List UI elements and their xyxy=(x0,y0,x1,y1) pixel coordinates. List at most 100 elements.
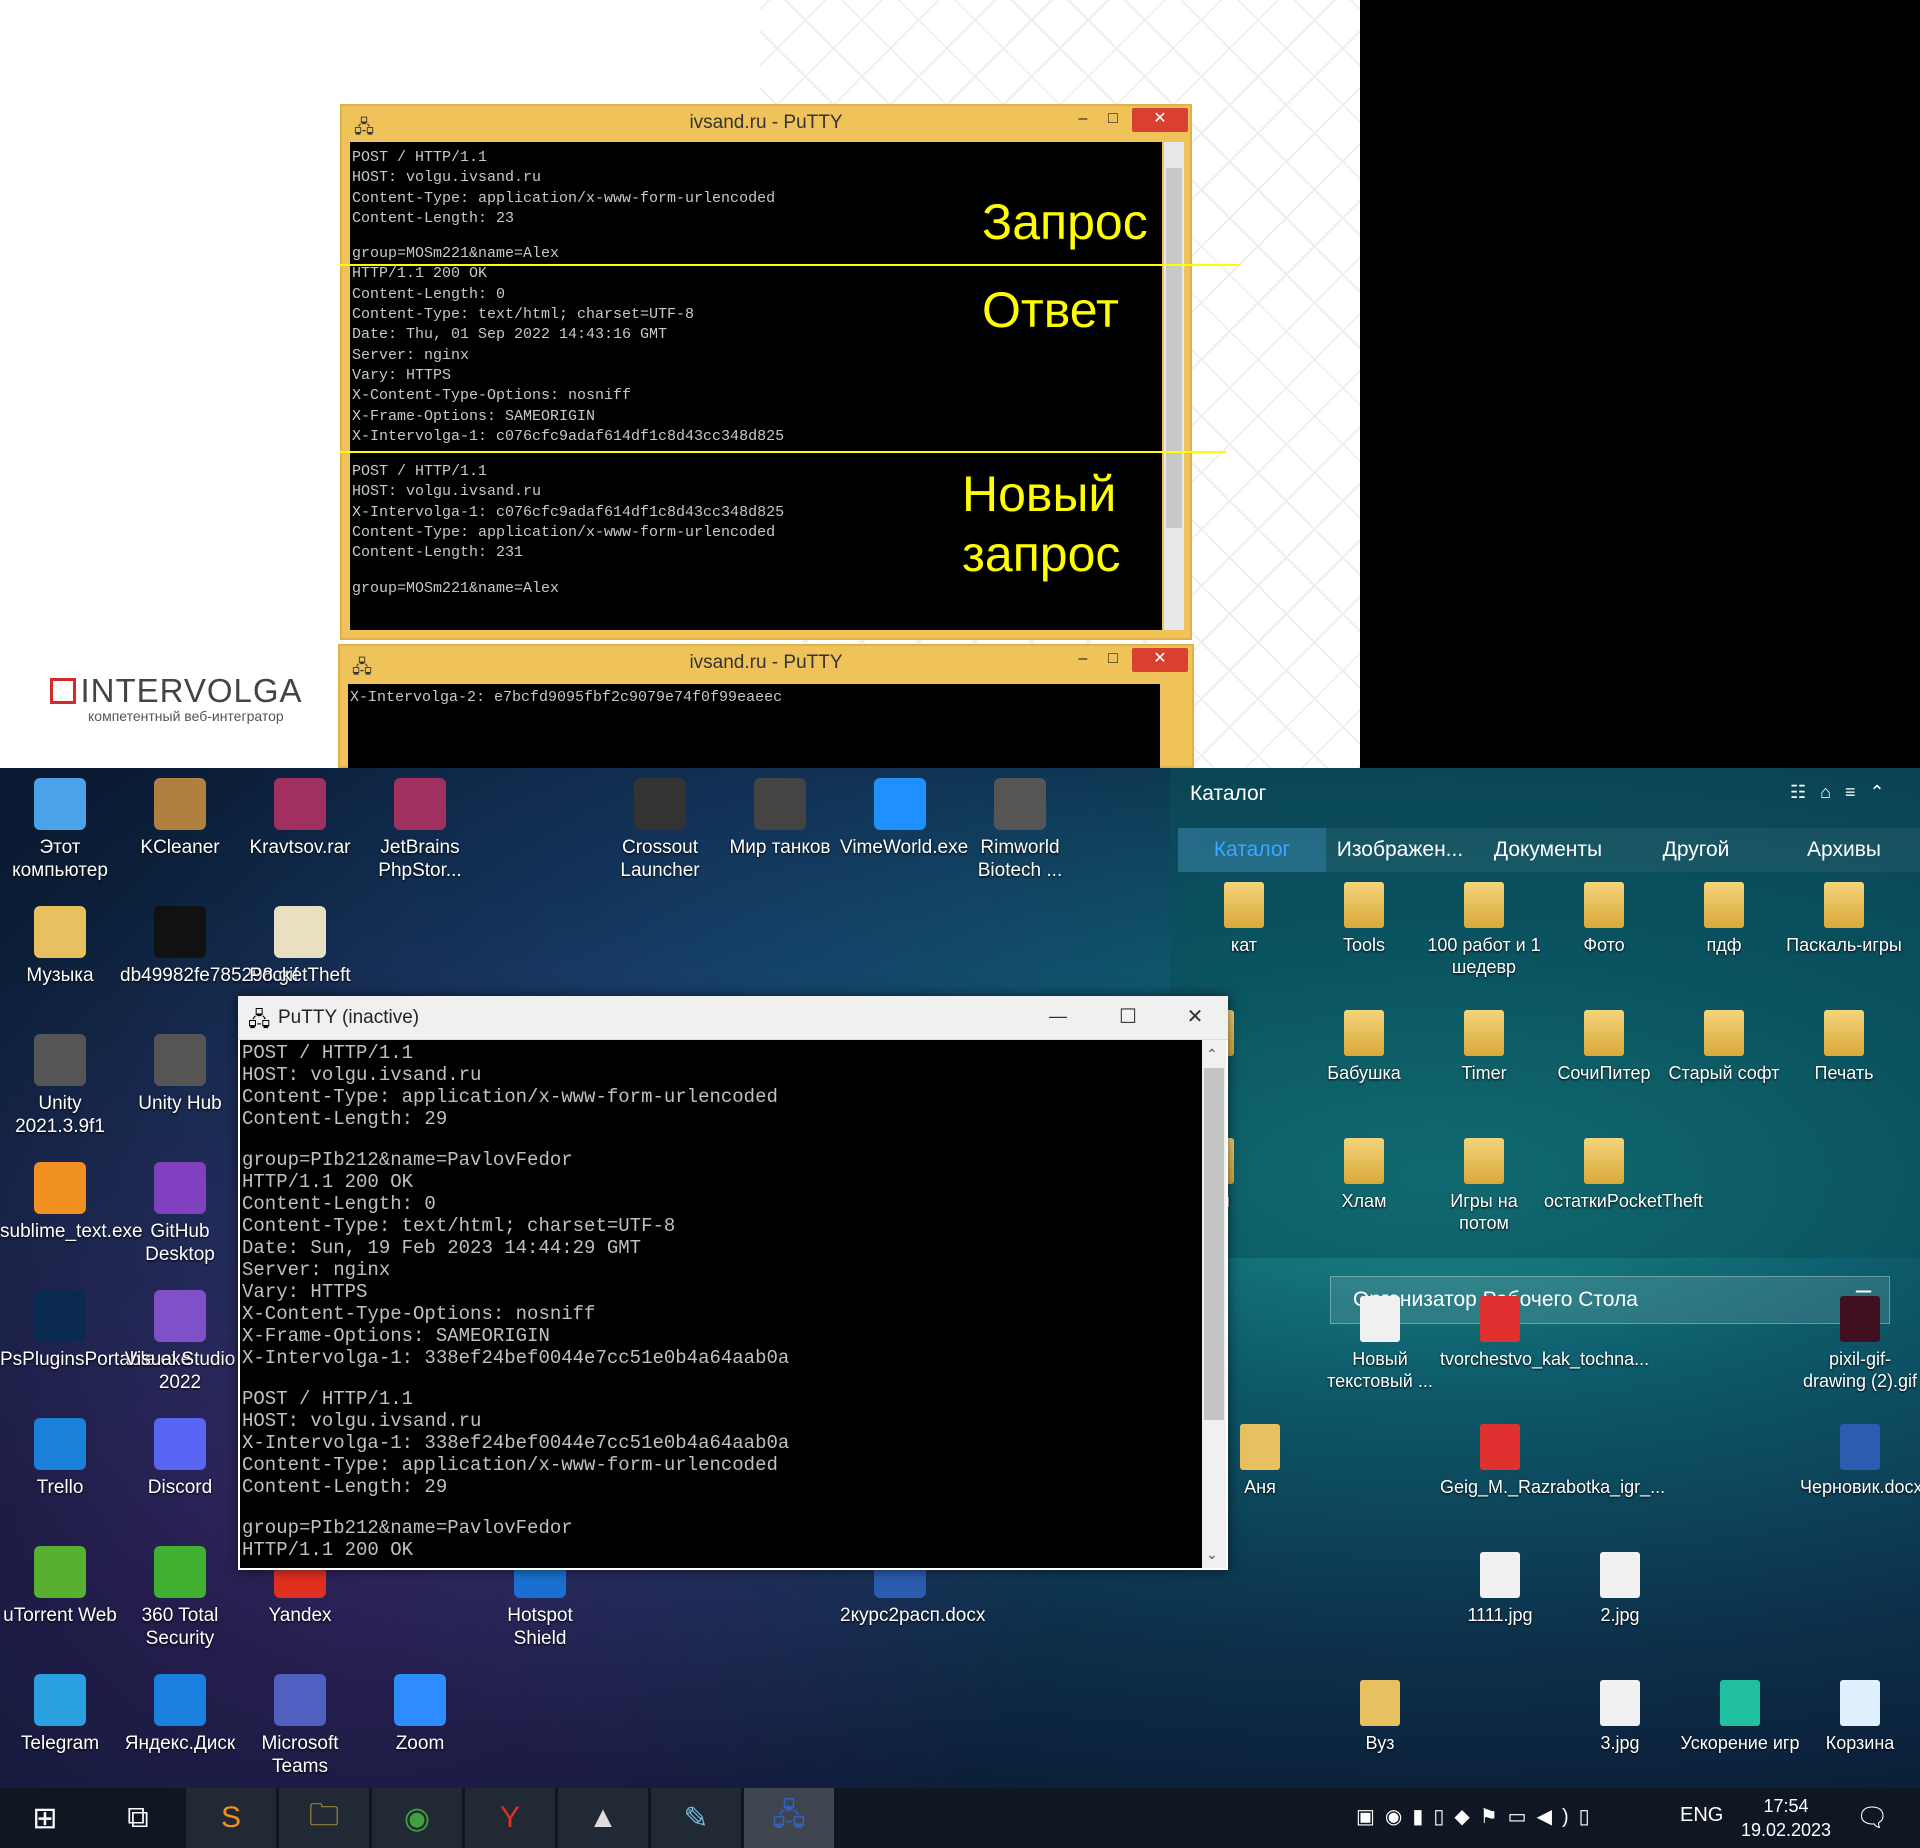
desktop-icon[interactable]: uTorrent Web xyxy=(0,1546,120,1627)
maximize-button[interactable]: ☐ xyxy=(1108,1004,1148,1029)
yandex-browser-icon[interactable]: Y xyxy=(465,1788,555,1848)
catalog-folder[interactable]: Бабушка xyxy=(1304,1010,1424,1084)
putty-icon[interactable]: 🖧 xyxy=(744,1788,834,1848)
organizer-item[interactable]: Черновик.docx xyxy=(1800,1424,1920,1498)
catalog-folder[interactable]: СочиПитер xyxy=(1544,1010,1664,1084)
desktop-icon[interactable]: Яндекс.Диск xyxy=(120,1674,240,1755)
putty-scrollbar[interactable]: ⌃ ⌄ xyxy=(1202,1040,1226,1568)
language-indicator[interactable]: ENG xyxy=(1680,1804,1723,1827)
catalog-tab[interactable]: Архивы xyxy=(1770,828,1918,872)
desktop-icon[interactable]: Telegram xyxy=(0,1674,120,1755)
scroll-down-arrow[interactable]: ⌄ xyxy=(1206,1546,1218,1563)
folder-icon xyxy=(1584,1010,1624,1056)
catalog-folder[interactable]: Хлам xyxy=(1304,1138,1424,1212)
catalog-folder[interactable]: кат xyxy=(1184,882,1304,956)
desktop-icon[interactable]: Discord xyxy=(120,1418,240,1499)
close-button[interactable]: ✕ xyxy=(1170,1004,1220,1029)
catalog-folder[interactable]: 100 работ и 1 шедевр xyxy=(1424,882,1544,978)
catalog-folder[interactable]: Паскаль-игры xyxy=(1784,882,1904,956)
organizer-item[interactable]: Корзина xyxy=(1800,1680,1920,1754)
chrome-icon[interactable]: ◉ xyxy=(372,1788,462,1848)
scroll-up-arrow[interactable]: ⌃ xyxy=(1206,1046,1218,1063)
explorer-icon[interactable]: 🗀 xyxy=(279,1788,369,1848)
desktop-icon-label: Crossout Launcher xyxy=(620,837,700,881)
desktop-icon[interactable]: Visual Studio 2022 xyxy=(120,1290,240,1394)
desktop-icon[interactable]: Zoom xyxy=(360,1674,480,1755)
organizer-item[interactable]: Новый текстовый ... xyxy=(1320,1296,1440,1392)
desktop-icon[interactable]: PocketTheft xyxy=(240,906,360,987)
organizer-item[interactable]: Вуз xyxy=(1320,1680,1440,1754)
catalog-tab[interactable]: Каталог xyxy=(1178,828,1326,872)
organizer-item[interactable]: Ускорение игр xyxy=(1680,1680,1800,1754)
desktop-icon[interactable]: Trello xyxy=(0,1418,120,1499)
catalog-tab[interactable]: Документы xyxy=(1474,828,1622,872)
putty-icon: 🖧 xyxy=(352,657,373,677)
catalog-folder[interactable]: Фото xyxy=(1544,882,1664,956)
organizer-item[interactable]: Geig_M._Razrabotka_igr_... xyxy=(1440,1424,1665,1498)
task-view-icon[interactable]: ⧉ xyxy=(93,1788,183,1848)
desktop-icon[interactable]: JetBrains PhpStor... xyxy=(360,778,480,882)
catalog-folder[interactable]: Игры на потом xyxy=(1424,1138,1544,1234)
desktop-icon[interactable]: Crossout Launcher xyxy=(600,778,720,882)
desktop-icon[interactable]: Unity Hub xyxy=(120,1034,240,1115)
desktop-icon[interactable]: Microsoft Teams xyxy=(240,1674,360,1778)
desktop-icon[interactable]: Rimworld Biotech ... xyxy=(960,778,1080,882)
catalog-tab[interactable]: Изображен... xyxy=(1326,828,1474,872)
desktop-icon[interactable]: Kravtsov.rar xyxy=(240,778,360,859)
desktop-icon-label: Этот компьютер xyxy=(12,837,108,881)
desktop-icon-label: Hotspot Shield xyxy=(507,1605,573,1649)
desktop-icon[interactable]: VimeWorld.exe xyxy=(840,778,968,859)
taskbar: ⊞ ⧉ S 🗀 ◉ Y ▲ ✎ 🖧 ▣◉▮▯◆⚑▭◀)▯ ENG 17:54 19.02.202… xyxy=(0,1788,1920,1848)
desktop-icon[interactable]: Мир танков xyxy=(720,778,840,859)
catalog-controls[interactable]: ☷⌂≡⌃ xyxy=(1790,782,1899,803)
desktop-icon[interactable]: KCleaner xyxy=(120,778,240,859)
desktop-icon-label: Kravtsov.rar xyxy=(249,837,351,858)
desktop-icon[interactable]: db49982fe785298.gif xyxy=(120,906,299,987)
photos-icon[interactable]: ▲ xyxy=(558,1788,648,1848)
putty-titlebar[interactable]: 🖧 PuTTY (inactive) — ☐ ✕ xyxy=(238,996,1228,1040)
folder-icon xyxy=(1584,1138,1624,1184)
desktop-icon[interactable]: GitHub Desktop xyxy=(120,1162,240,1266)
catalog-folder[interactable]: Timer xyxy=(1424,1010,1544,1084)
desktop-icon[interactable]: Этот компьютер xyxy=(0,778,120,882)
desktop-icon-label: Telegram xyxy=(20,1733,100,1754)
separator-line xyxy=(340,451,1226,453)
organizer-item-label: Вуз xyxy=(1365,1733,1395,1753)
terminal-line: Vary: HTTPS xyxy=(242,1281,368,1303)
organizer-item[interactable]: tvorchestvo_kak_tochna... xyxy=(1440,1296,1649,1370)
catalog-folder[interactable]: Tools xyxy=(1304,882,1424,956)
organizer-item[interactable]: 1111.jpg xyxy=(1440,1552,1560,1626)
terminal-line: X-Intervolga-1: c076cfc9adaf614df1c8d43c… xyxy=(352,427,785,445)
catalog-tab[interactable]: Другой xyxy=(1622,828,1770,872)
putty-terminal[interactable]: POST / HTTP/1.1 HOST: volgu.ivsand.ru Cont… xyxy=(240,1040,1202,1568)
clock[interactable]: 17:54 19.02.2023 xyxy=(1736,1794,1836,1842)
desktop-icon[interactable]: 360 Total Security xyxy=(120,1546,240,1650)
start-icon[interactable]: ⊞ xyxy=(0,1788,90,1848)
organizer-item[interactable]: pixil-gif-drawing (2).gif xyxy=(1800,1296,1920,1392)
notifications-icon[interactable]: 🗨 xyxy=(1856,1802,1889,1833)
catalog-folder[interactable]: Старый софт xyxy=(1664,1010,1784,1084)
organizer-item[interactable]: 2.jpg xyxy=(1560,1552,1680,1626)
terminal-line: Content-Type: application/x-www-form-url… xyxy=(242,1454,778,1476)
desktop-icon[interactable]: Музыка xyxy=(0,906,120,987)
intervolga-logo: INTERVOLGA компетентный веб-интегратор xyxy=(50,672,303,724)
catalog-folder[interactable]: Печать xyxy=(1784,1010,1904,1084)
catalog-folder[interactable]: остаткиPocketTheft xyxy=(1544,1138,1703,1212)
pdf-icon xyxy=(1480,1424,1520,1470)
desktop-icon[interactable]: PsPluginsPortable.exe xyxy=(0,1290,191,1371)
sublime-icon xyxy=(34,1162,86,1214)
desktop-icon[interactable]: Unity 2021.3.9f1 xyxy=(0,1034,120,1138)
organizer-item-label: 1111.jpg xyxy=(1467,1605,1533,1625)
putty-window[interactable]: 🖧 PuTTY (inactive) — ☐ ✕ POST / HTTP/1.1… xyxy=(238,996,1228,1570)
sublime-icon[interactable]: S xyxy=(186,1788,276,1848)
folder-icon xyxy=(1464,1138,1504,1184)
terminal-line: X-Content-Type-Options: nosniff xyxy=(242,1303,596,1325)
logo-name: INTERVOLGA xyxy=(80,672,303,709)
organizer-item[interactable]: 3.jpg xyxy=(1560,1680,1680,1754)
tray-icons[interactable]: ▣◉▮▯◆⚑▭◀)▯ xyxy=(1356,1804,1600,1829)
desktop-icon[interactable]: sublime_text.exe xyxy=(0,1162,143,1243)
terminal-line: X-Intervolga-1: 338ef24bef0044e7cc51e0b4… xyxy=(242,1347,790,1369)
catalog-folder[interactable]: пдф xyxy=(1664,882,1784,956)
minimize-button[interactable]: — xyxy=(1038,1006,1078,1027)
notepad-icon[interactable]: ✎ xyxy=(651,1788,741,1848)
